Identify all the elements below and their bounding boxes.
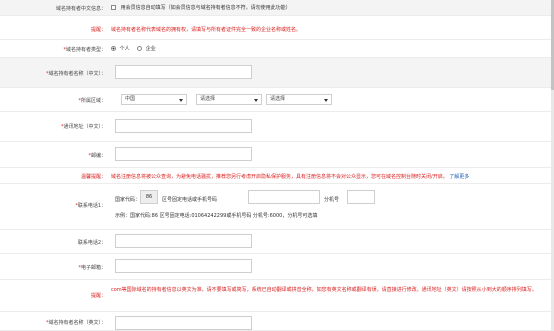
- english-reminder-label: 提醒：: [90, 293, 106, 299]
- country-code-input[interactable]: 86: [140, 190, 158, 204]
- address-cn-input[interactable]: [115, 119, 252, 133]
- region-label: *所属区域：: [78, 98, 106, 104]
- radio-individual-label: 个人: [119, 46, 130, 52]
- radio-company[interactable]: [137, 46, 143, 51]
- chevron-down-icon: [179, 99, 183, 102]
- postcode-label: *邮编：: [88, 153, 106, 159]
- chevron-down-icon: [254, 99, 258, 102]
- english-reminder-text: com等国际域名的持有者信息以英文为准，请不要填写或简写，系统已自动翻译或拼音全…: [111, 287, 537, 293]
- region-row: *所属区域： 中国 请选择 请选择: [0, 88, 554, 112]
- reminder-text: 域名持有者名称代表域名的拥有权，请填写与所有者证件完全一致的企业名称或姓名。: [111, 27, 302, 33]
- reminder-row: 提醒： 域名持有者名称代表域名的拥有权，请填写与所有者证件完全一致的企业名称或姓…: [0, 16, 554, 40]
- phone2-label: 联系电话2：: [77, 240, 106, 246]
- extension-label: 分机号: [324, 197, 340, 203]
- email-label: *电子邮箱：: [78, 265, 106, 271]
- phone-example-text: 示例：国家代码:86 区号固定电话:01064242299或手机号码 分机号:6…: [115, 213, 318, 219]
- chevron-down-icon: [324, 99, 328, 102]
- privacy-reminder-label: 温馨提醒：: [80, 174, 106, 180]
- country-code-label: 国家代码：: [115, 197, 141, 203]
- holder-name-cn-label: *域名持有者名称（中文）：: [45, 71, 106, 77]
- country-select[interactable]: 中国: [121, 94, 187, 105]
- extension-input[interactable]: [347, 190, 375, 204]
- privacy-reminder-row: 温馨提醒： 域名注册信息将被公众查询，为避免电话骚扰，推荐您另行考虑开启隐私保护…: [0, 168, 554, 184]
- autofill-text: 用会员信息自动填写（如会员信息与域名持有者信息不符，请勿使用此功能）: [120, 5, 291, 11]
- email-input[interactable]: [115, 259, 252, 273]
- radio-individual[interactable]: [111, 46, 116, 51]
- section-label: 域名持有者中文信息：: [55, 6, 106, 12]
- email-row: *电子邮箱：: [0, 254, 554, 280]
- holder-name-en-input[interactable]: [115, 316, 252, 330]
- learn-more-link[interactable]: 了解更多: [449, 174, 469, 180]
- phone2-input[interactable]: [115, 234, 252, 248]
- holder-type-row: *域名持有者类型： 个人 企业: [0, 40, 554, 58]
- phone1-row: *联系电话1： 国家代码： 86 区号固定电话或手机号码 分机号 示例：国家代码…: [0, 184, 554, 230]
- reminder-label: 提醒：: [90, 27, 106, 33]
- postcode-input[interactable]: [115, 147, 252, 161]
- holder-type-label: *域名持有者类型：: [63, 47, 106, 53]
- area-phone-label: 区号固定电话或手机号码: [162, 197, 218, 203]
- holder-name-cn-input[interactable]: [115, 65, 252, 79]
- province-select[interactable]: 请选择: [196, 94, 262, 105]
- holder-name-en-label: *域名持有者名称（英文）：: [45, 320, 106, 326]
- privacy-reminder-text: 域名注册信息将被公众查询，为避免电话骚扰，推荐您另行考虑开启隐私保护服务，具有注…: [111, 174, 448, 180]
- city-select[interactable]: 请选择: [266, 94, 332, 105]
- phone-number-input[interactable]: [248, 190, 320, 204]
- holder-name-en-row: *域名持有者名称（英文）：: [0, 312, 554, 331]
- autofill-row: 域名持有者中文信息： 用会员信息自动填写（如会员信息与域名持有者信息不符，请勿使…: [0, 0, 554, 16]
- holder-name-cn-row: *域名持有者名称（中文）：: [0, 58, 554, 88]
- autofill-checkbox[interactable]: [111, 5, 116, 10]
- english-reminder-row: 提醒： com等国际域名的持有者信息以英文为准，请不要填写或简写，系统已自动翻译…: [0, 280, 554, 312]
- phone1-label: *联系电话1：: [75, 203, 106, 209]
- phone2-row: 联系电话2：: [0, 230, 554, 254]
- radio-company-label: 企业: [145, 46, 156, 52]
- address-cn-row: *通讯地址（中文）：: [0, 112, 554, 142]
- address-cn-label: *通讯地址（中文）：: [60, 124, 106, 130]
- postcode-row: *邮编：: [0, 142, 554, 168]
